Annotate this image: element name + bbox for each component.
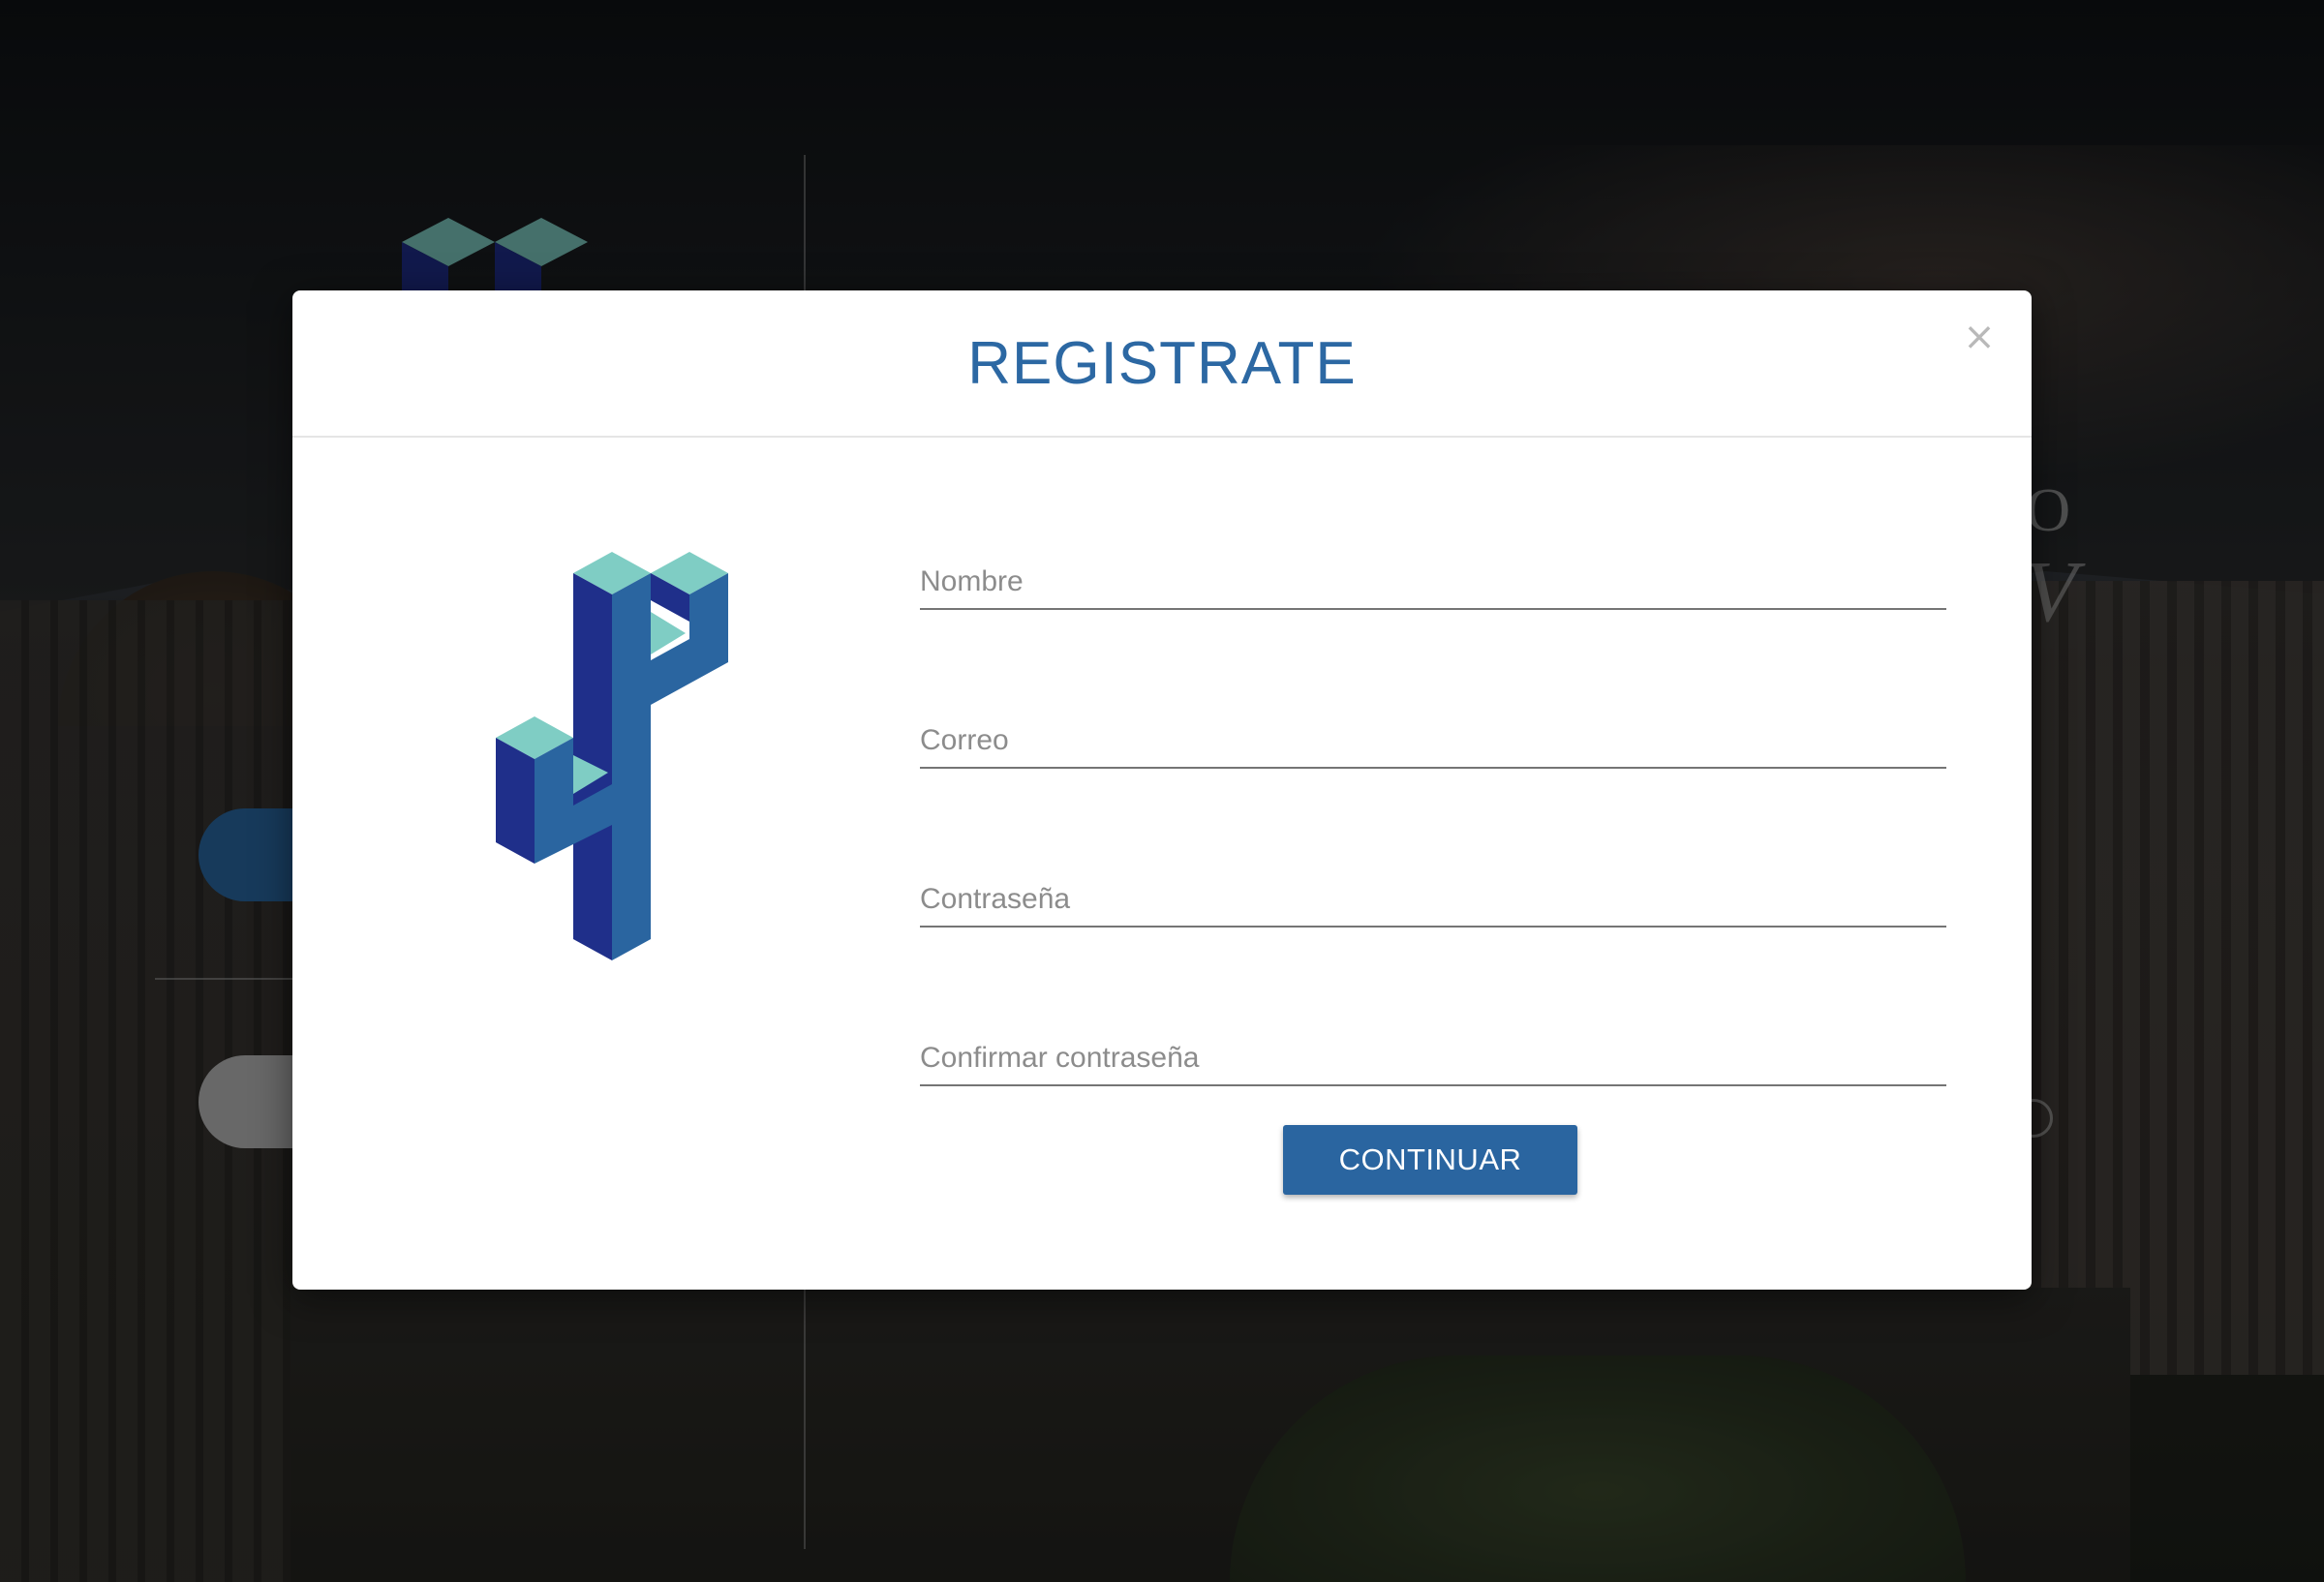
name-field-wrapper bbox=[920, 525, 1946, 610]
email-input[interactable] bbox=[920, 724, 1946, 757]
register-form: CONTINUAR bbox=[920, 525, 1946, 1202]
register-modal: REGISTRATE × Nombre Correo CONTINUAR bbox=[292, 290, 2032, 1290]
modal-header: REGISTRATE × bbox=[292, 290, 2032, 438]
name-input[interactable] bbox=[920, 565, 1946, 598]
modal-title: REGISTRATE bbox=[967, 330, 1357, 397]
password-field-wrapper bbox=[920, 842, 1946, 928]
isometric-cube-logo-icon bbox=[496, 552, 728, 960]
confirm-password-input[interactable] bbox=[920, 1042, 1946, 1075]
modal-body: CONTINUAR bbox=[292, 438, 2032, 1290]
close-button[interactable]: × bbox=[1962, 318, 1997, 356]
password-input[interactable] bbox=[920, 883, 1946, 916]
confirm-password-field-wrapper bbox=[920, 1001, 1946, 1086]
landing-page: O V REGISTRATE × Nombre Correo CONTINUAR bbox=[0, 0, 2324, 1582]
email-field-wrapper bbox=[920, 684, 1946, 769]
form-actions: CONTINUAR bbox=[920, 1125, 1946, 1202]
continue-button[interactable]: CONTINUAR bbox=[1283, 1125, 1577, 1195]
